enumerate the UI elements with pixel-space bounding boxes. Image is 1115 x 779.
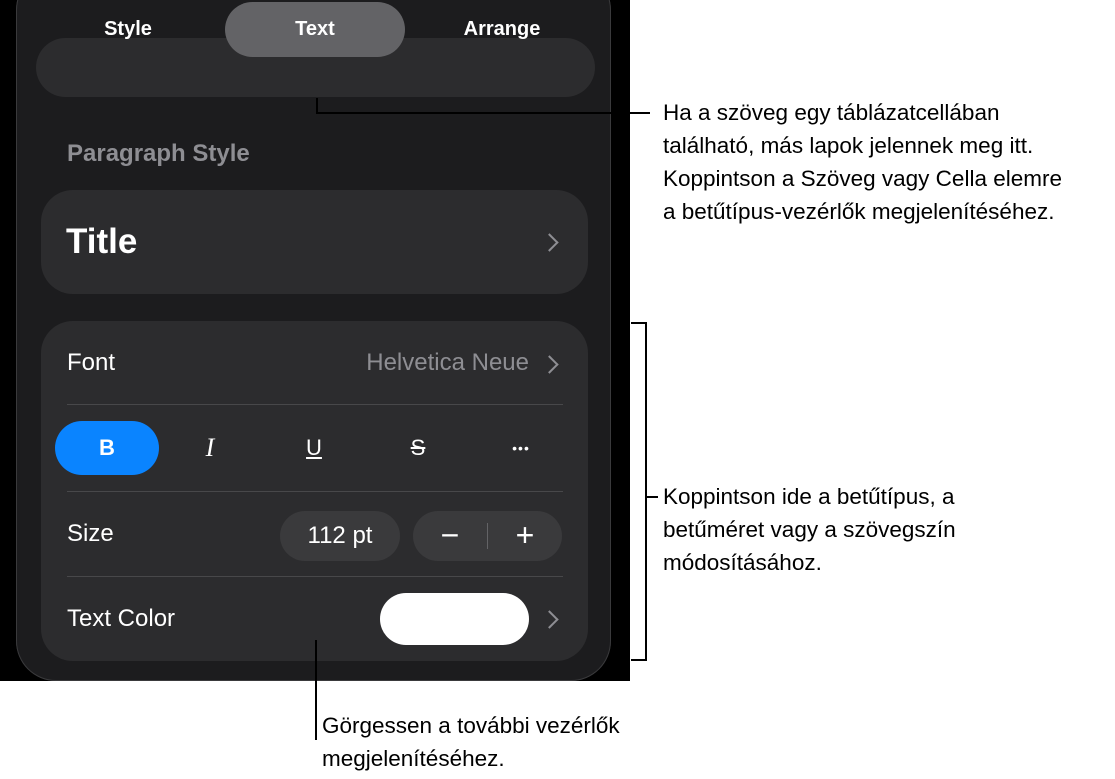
callout-line-font <box>645 496 658 498</box>
text-color-label: Text Color <box>67 605 176 632</box>
size-label: Size <box>67 520 114 547</box>
size-value-field[interactable]: 112 pt <box>280 511 400 561</box>
paragraph-style-button[interactable]: Title <box>41 190 588 294</box>
callout-font-text: Koppintson ide a betűtípus, a betűméret … <box>663 484 956 575</box>
callout-line-tabs <box>316 112 650 114</box>
tab-style[interactable]: Style <box>38 2 218 57</box>
increase-size-button[interactable]: + <box>488 511 562 561</box>
paragraph-style-heading: Paragraph Style <box>67 140 250 167</box>
divider <box>67 576 563 577</box>
italic-button[interactable]: I <box>158 421 262 475</box>
chevron-right-icon <box>540 233 559 252</box>
callout-bracket <box>645 322 647 661</box>
decrease-size-button[interactable]: − <box>413 511 487 561</box>
size-stepper: − + <box>413 511 562 561</box>
callout-line-scroll <box>315 640 317 740</box>
bold-button[interactable]: B <box>55 421 159 475</box>
more-options-button[interactable]: ••• <box>469 421 573 475</box>
underline-button[interactable]: U <box>262 421 366 475</box>
tab-text[interactable]: Text <box>225 2 405 57</box>
text-color-swatch[interactable] <box>380 593 529 645</box>
font-value[interactable]: Helvetica Neue <box>366 349 529 377</box>
callout-tabs-text: Ha a szöveg egy táblázatcellában találha… <box>663 100 1062 224</box>
divider <box>67 491 563 492</box>
callout-scroll-text: Görgessen a további vezérlők megjeleníté… <box>322 713 620 771</box>
tab-arrange[interactable]: Arrange <box>412 2 592 57</box>
callout-bracket <box>631 659 647 661</box>
strikethrough-button[interactable]: S <box>366 421 470 475</box>
font-label: Font <box>67 349 116 376</box>
divider <box>67 404 563 405</box>
paragraph-style-value: Title <box>66 222 138 261</box>
